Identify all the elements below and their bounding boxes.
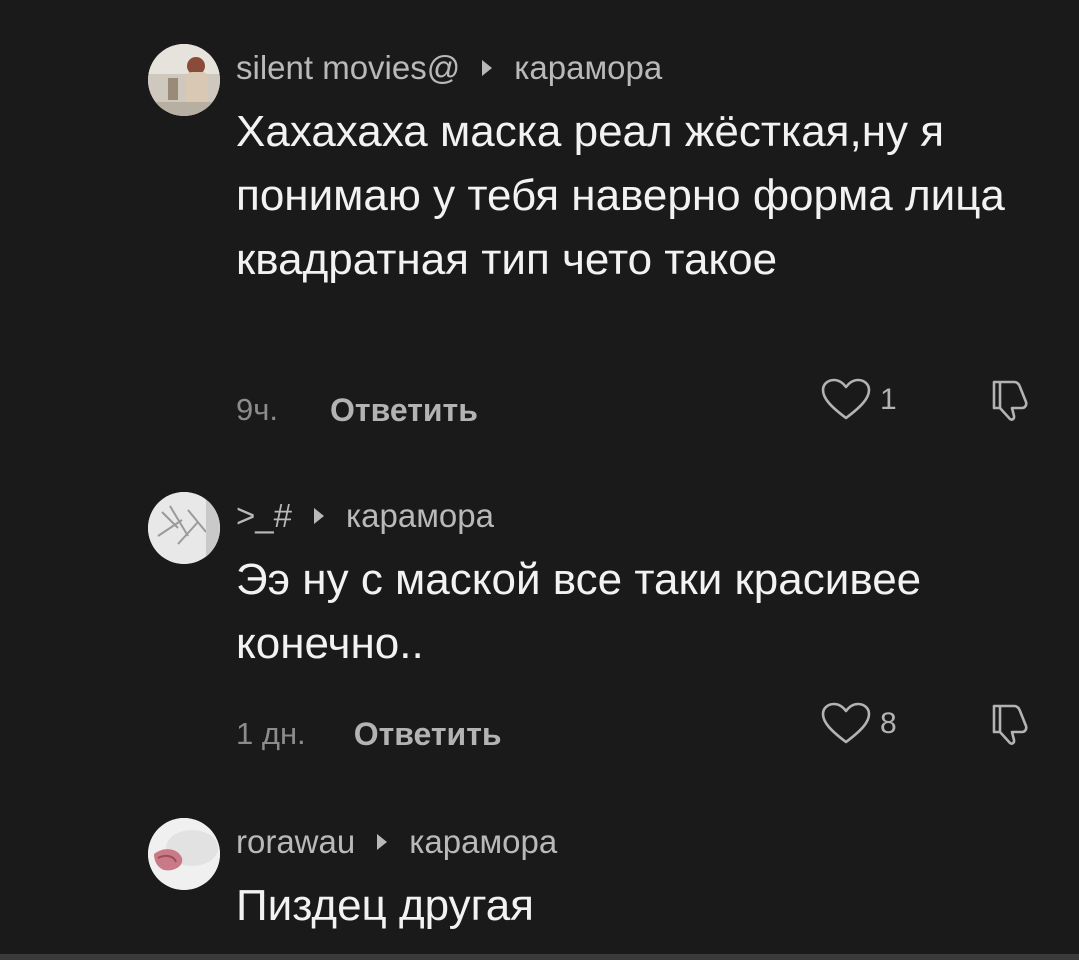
avatar-photo-icon [148,44,220,116]
comment-text: Пиздец другая [236,881,535,930]
reply-to-username[interactable]: карамора [514,49,662,87]
like-button[interactable]: 8 [820,702,897,746]
timestamp: 1 дн. [236,716,306,751]
thumbs-down-outline-icon [992,704,1028,745]
triangle-right-icon [313,508,324,524]
reply-button[interactable]: Ответить [354,716,502,753]
reply-button[interactable]: Ответить [330,392,478,429]
comment-item: >_# карамора Ээ ну с маской все таки кра… [148,492,1048,772]
heart-outline-icon [821,702,871,744]
reply-to-username[interactable]: карамора [409,823,557,861]
dislike-button[interactable] [988,378,1032,422]
comment-header: silent movies@ карамора [236,48,662,88]
comment-meta: 1 дн. Ответить [236,714,502,754]
comment-meta: 9ч. Ответить [236,390,478,430]
like-button[interactable]: 1 [820,378,897,422]
username[interactable]: silent movies@ [236,49,460,87]
reply-to-username[interactable]: карамора [346,497,494,535]
dislike-button[interactable] [988,702,1032,746]
like-count: 1 [880,383,897,416]
timestamp: 9ч. [236,392,279,427]
comment-header: >_# карамора [236,496,494,536]
comment-item: rorawau карамора Пиздец другая [148,818,1048,948]
comment-item: silent movies@ карамора Хахахаха маска р… [148,44,1048,444]
triangle-right-icon [482,60,493,76]
avatar-photo-icon [148,492,220,564]
avatar[interactable] [148,492,220,564]
avatar[interactable] [148,818,220,890]
avatar[interactable] [148,44,220,116]
comment-header: rorawau карамора [236,822,557,862]
triangle-right-icon [377,834,388,850]
username[interactable]: rorawau [236,823,355,861]
like-count: 8 [880,707,897,740]
comment-text: Ээ ну с маской все таки красивее конечно… [236,555,922,668]
username[interactable]: >_# [236,497,292,535]
thumbs-down-outline-icon [992,380,1028,421]
comment-text: Хахахаха маска реал жёсткая,ну я понимаю… [236,107,1005,284]
heart-outline-icon [821,378,871,420]
divider [0,954,1079,960]
avatar-photo-icon [148,818,220,890]
